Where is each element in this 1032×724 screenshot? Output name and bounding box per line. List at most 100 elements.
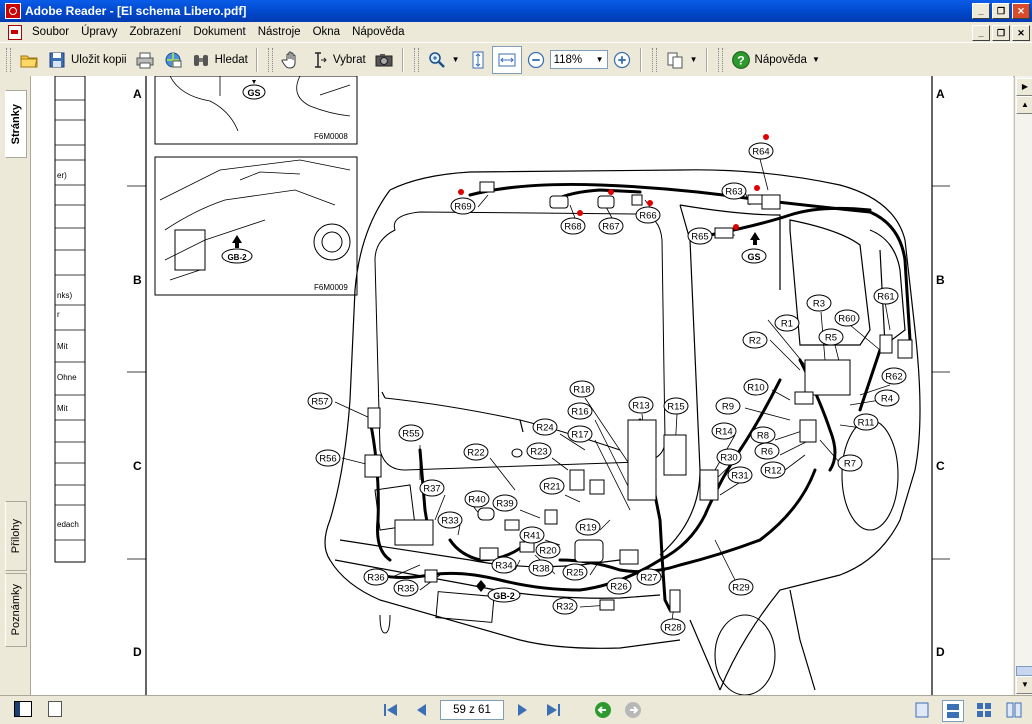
previous-view-button[interactable] — [592, 700, 614, 720]
row-label-left-b: B — [133, 273, 142, 287]
next-page-button[interactable] — [512, 700, 534, 720]
connector-label-r15: R15 — [663, 397, 689, 415]
connector-label-r11: R11 — [853, 413, 879, 431]
row-label-left-d: D — [133, 645, 142, 659]
open-button[interactable] — [15, 47, 43, 73]
document-view[interactable]: er) nks) r Mit Ohne Mit edach A B C D A … — [31, 76, 1013, 695]
document-icon[interactable] — [8, 24, 22, 40]
svg-text:R24: R24 — [536, 423, 553, 434]
menu-napoveda[interactable]: Nápověda — [346, 26, 410, 38]
last-page-button[interactable] — [542, 700, 564, 720]
zoom-in-button[interactable] — [608, 47, 636, 73]
svg-text:R30: R30 — [720, 453, 737, 464]
minimize-button[interactable]: _ — [972, 3, 990, 19]
connector-label-r6: R6 — [754, 442, 780, 460]
toolbar-grip-3[interactable] — [413, 47, 419, 72]
strip-text-5: Ohne — [57, 373, 77, 382]
connector-label-r56: R56 — [315, 449, 341, 467]
tab-comments[interactable]: Poznámky — [5, 573, 27, 647]
pdf-page: er) nks) r Mit Ohne Mit edach A B C D A … — [31, 76, 1013, 695]
maximize-button[interactable]: ❐ — [992, 3, 1010, 19]
menu-okna[interactable]: Okna — [307, 26, 347, 38]
connector-label-r9: R9 — [715, 397, 741, 415]
help-dropdown-icon[interactable]: ▼ — [812, 55, 820, 64]
print-button[interactable] — [131, 47, 159, 73]
toolbar-grip-4[interactable] — [651, 47, 657, 72]
continuous-button[interactable] — [942, 700, 964, 722]
zoom-tool-button[interactable]: ▼ — [423, 47, 464, 73]
svg-text:R1: R1 — [781, 319, 793, 330]
save-copy-button[interactable]: Uložit kopii — [43, 47, 131, 73]
svg-text:R38: R38 — [532, 564, 549, 575]
document-properties-icon[interactable] — [48, 701, 62, 717]
tab-pages-label: Stránky — [10, 103, 22, 145]
single-page-button[interactable] — [912, 700, 932, 720]
select-tool-button[interactable]: Vybrat — [305, 47, 370, 73]
page-menu-arrow-icon[interactable]: ▶ — [1016, 78, 1032, 96]
toolbar-grip-5[interactable] — [717, 47, 723, 72]
vertical-scrollbar[interactable]: ▶ ▲ ▼ — [1014, 76, 1032, 695]
ground-gs-label: GS — [747, 252, 760, 262]
next-view-button[interactable] — [622, 700, 644, 720]
search-button[interactable]: Hledat — [187, 47, 252, 73]
inset-top-ground-label: GS — [247, 88, 260, 98]
connector-label-r39: R39 — [492, 494, 518, 512]
zoom-dropdown-icon[interactable]: ▼ — [596, 55, 604, 64]
panel-toggle-icon[interactable] — [14, 701, 32, 717]
last-page-icon — [547, 704, 560, 716]
zoom-out-button[interactable] — [522, 47, 550, 73]
svg-text:R12: R12 — [764, 466, 781, 477]
svg-text:R61: R61 — [877, 292, 894, 303]
help-button[interactable]: ? Nápověda ▼ — [727, 47, 824, 73]
zoom-level-field[interactable]: 118% ▼ — [549, 50, 608, 69]
scroll-up-arrow-icon[interactable]: ▲ — [1016, 96, 1032, 114]
svg-text:R26: R26 — [610, 582, 627, 593]
first-page-button[interactable] — [380, 700, 402, 720]
toolbar-grip[interactable] — [6, 47, 11, 72]
scroll-thumb[interactable] — [1016, 666, 1032, 676]
connector-label-r55: R55 — [398, 424, 424, 442]
menu-upravy[interactable]: Úpravy — [75, 26, 123, 38]
open-folder-icon — [20, 55, 38, 67]
menu-soubor[interactable]: Soubor — [26, 26, 75, 38]
connector-label-r16: R16 — [567, 402, 593, 420]
scroll-down-arrow-icon[interactable]: ▼ — [1016, 676, 1032, 694]
status-bar: 59 z 61 — [0, 695, 1032, 724]
strip-text-7: edach — [57, 520, 79, 529]
menu-dokument[interactable]: Dokument — [187, 26, 251, 38]
page-number-field[interactable]: 59 z 61 — [440, 700, 504, 720]
globe-mail-icon — [165, 52, 182, 67]
menu-zobrazeni[interactable]: Zobrazení — [124, 26, 188, 38]
connector-label-r4: R4 — [874, 389, 900, 407]
connector-label-r33: R33 — [437, 511, 463, 529]
doc-minimize-button[interactable]: _ — [972, 25, 990, 41]
tab-pages[interactable]: Stránky — [5, 90, 27, 158]
svg-text:R56: R56 — [319, 454, 336, 465]
inset-bottom-ground-label: GB-2 — [227, 253, 247, 262]
zoom-out-icon — [527, 51, 544, 68]
continuous-icon — [947, 704, 959, 718]
tab-attachments[interactable]: Přílohy — [5, 501, 27, 571]
snapshot-button[interactable] — [370, 47, 398, 73]
fit-width-button[interactable] — [491, 45, 522, 74]
toolbar-grip-2[interactable] — [267, 47, 273, 72]
facing-button[interactable] — [974, 700, 994, 720]
zoom-tool-dropdown-icon[interactable]: ▼ — [452, 55, 460, 64]
previous-page-button[interactable] — [410, 700, 432, 720]
rotate-dropdown-icon[interactable]: ▼ — [690, 55, 698, 64]
doc-close-button[interactable]: ✕ — [1012, 25, 1030, 41]
continuous-facing-button[interactable] — [1004, 700, 1024, 720]
svg-text:R57: R57 — [311, 397, 328, 408]
printer-icon — [136, 52, 154, 68]
close-button[interactable]: ✕ — [1012, 3, 1030, 19]
connector-label-r19: R19 — [575, 518, 601, 536]
menu-nastroje[interactable]: Nástroje — [252, 26, 307, 38]
hand-tool-button[interactable] — [277, 47, 305, 73]
doc-restore-button[interactable]: ❐ — [992, 25, 1010, 41]
fit-page-button[interactable] — [464, 47, 492, 73]
strip-text-3: r — [57, 310, 60, 319]
rotate-view-button[interactable]: ▼ — [661, 47, 702, 73]
email-button[interactable] — [159, 47, 187, 73]
fit-width-icon — [498, 53, 516, 66]
svg-text:R64: R64 — [752, 147, 769, 158]
